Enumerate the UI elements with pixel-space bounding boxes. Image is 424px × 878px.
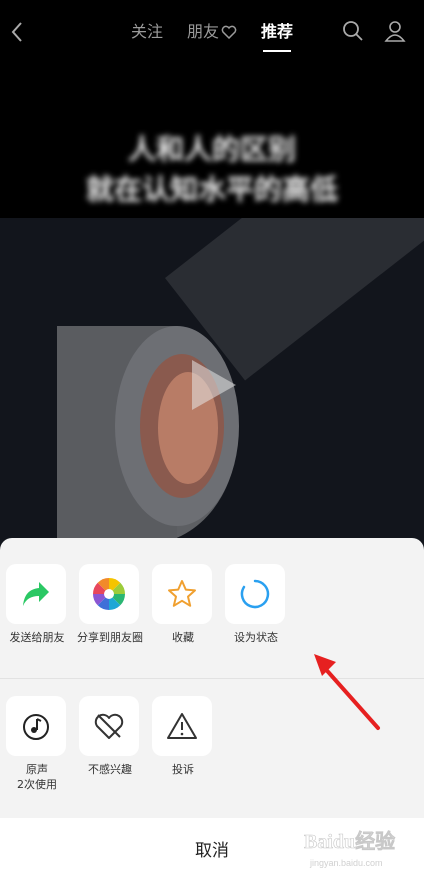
not-interested-button[interactable]: 不感兴趣 [79,696,141,777]
caption-line-2: 就在认知水平的高低 [85,173,338,206]
warning-icon [167,713,197,739]
favorite-button[interactable]: 收藏 [152,564,214,645]
favorite-icon-box [152,564,212,624]
tab-recommended[interactable]: 推荐 [261,20,293,54]
original-sound-label: 原声 2次使用 [0,762,75,792]
share-to-moments-label: 分享到朋友圈 [77,631,143,644]
profile-icon[interactable] [384,20,406,42]
video-caption: 人和人的区别 就在认知水平的高低 [0,130,424,210]
search-icon[interactable] [342,20,364,42]
set-as-status-button[interactable]: 设为状态 [225,564,287,645]
play-icon[interactable] [188,358,238,412]
music-note-icon [23,714,49,740]
moments-aperture-icon [93,578,125,610]
tab-friends[interactable]: 朋友 [187,20,237,54]
favorite-label: 收藏 [172,631,194,644]
send-to-friend-button[interactable]: 发送给朋友 [6,564,68,645]
top-bar: 关注 朋友 推荐 [0,0,424,66]
svg-text:jingyan.baidu.com: jingyan.baidu.com [309,858,383,868]
annotation-arrow-icon [314,654,380,730]
tab-friends-label: 朋友 [186,22,219,41]
share-to-moments-button[interactable]: 分享到朋友圈 [77,564,143,645]
set-as-status-icon-box [225,564,285,624]
svg-text:Baidu经验: Baidu经验 [304,829,395,853]
original-sound-icon-box [6,696,66,756]
original-sound-button[interactable]: 原声 2次使用 [6,696,68,792]
star-icon [168,580,196,607]
video-player[interactable]: 人和人的区别 就在认知水平的高低 [0,66,424,568]
caption-line-1: 人和人的区别 [127,133,296,166]
heart-icon [221,25,237,39]
tab-following[interactable]: 关注 [131,20,163,54]
original-sound-usage: 2次使用 [17,778,57,791]
report-button[interactable]: 投诉 [152,696,214,777]
forward-arrow-icon [23,582,49,606]
report-label: 投诉 [172,763,194,776]
video-frame [0,218,424,568]
report-icon-box [152,696,212,756]
baidu-jingyan-watermark: Baidu经验 jingyan.baidu.com [304,829,396,868]
original-sound-title: 原声 [26,763,48,776]
not-interested-icon-box [79,696,139,756]
status-ring-icon [240,579,270,609]
not-interested-label: 不感兴趣 [88,763,132,776]
broken-heart-icon [94,713,124,739]
send-to-friend-icon-box [6,564,66,624]
set-as-status-label: 设为状态 [234,631,278,644]
share-to-moments-icon-box [79,564,139,624]
send-to-friend-label: 发送给朋友 [9,631,65,644]
